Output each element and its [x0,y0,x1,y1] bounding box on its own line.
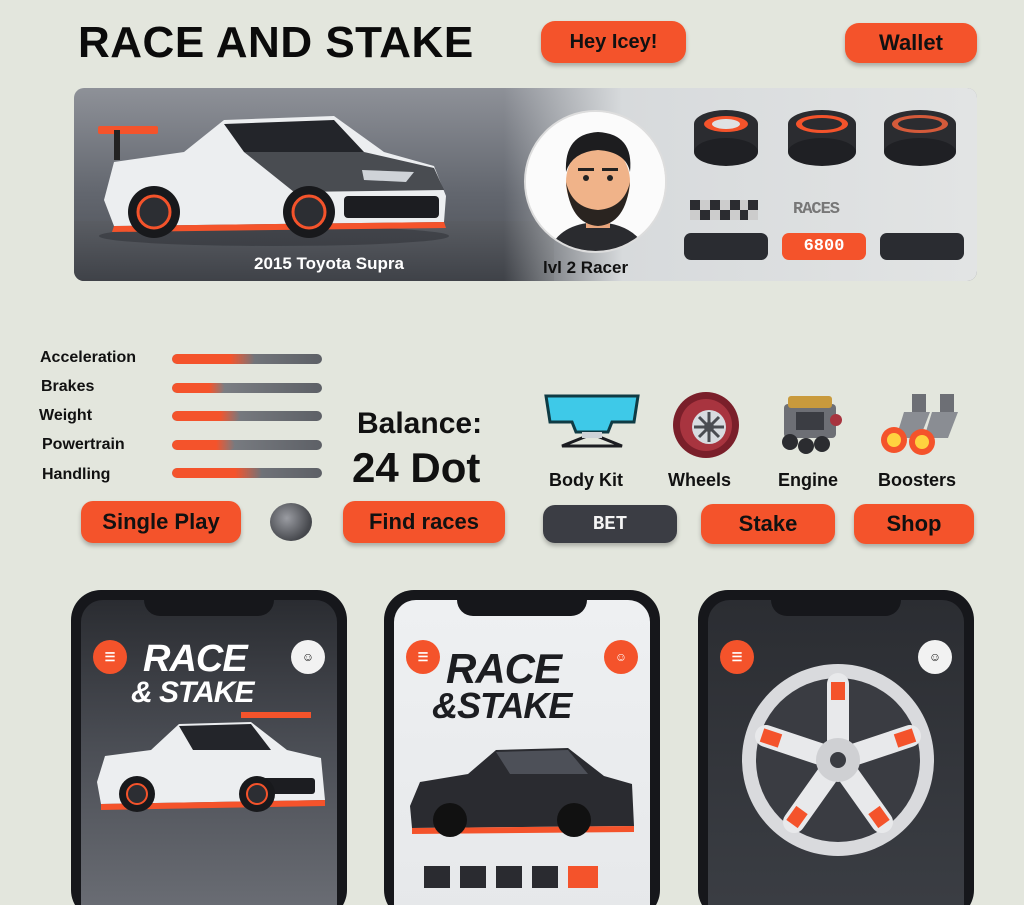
tire-icon [884,110,956,166]
shop-item-label: Body Kit [549,470,623,490]
shop-item-label: Boosters [878,470,957,490]
stake-button[interactable]: Stake [701,504,835,544]
stat-value-races: 6800 [782,233,866,260]
phone-screen: ☰ ☺ RACE & STAKE [81,600,337,905]
profile-card: 2015 Toyota Supra lvl 2 Racer RACES 6800 [74,88,977,281]
attribute-label-brakes: Brakes [41,378,95,395]
car-image [410,748,634,837]
shop-item-wheels[interactable]: Wheels [668,390,744,492]
balance-value: 24 Dot [352,444,481,491]
single-play-button[interactable]: Single Play [81,501,241,543]
stat-value-box [684,233,768,260]
shop-item-engine[interactable]: Engine [776,390,848,492]
attribute-fill [172,440,235,450]
tire-icon [694,110,758,166]
phone-preview-1: ☰ ☺ RACE & STAKE [71,590,347,905]
attribute-fill [172,411,240,421]
profile-icon[interactable]: ☺ [291,640,325,674]
attribute-bar-powertrain [172,440,322,450]
shop-item-label: Engine [778,470,839,490]
bet-button[interactable]: BET [543,505,677,543]
phone-screen: ☰ ☺ [708,600,964,905]
phone-notch [771,590,901,616]
car-image [97,712,325,812]
app-title: RACE AND STAKE [78,18,474,67]
attribute-label-weight: Weight [39,407,93,424]
body-kit-icon [544,394,640,448]
engine-icon [782,396,842,454]
attribute-fill [172,468,262,478]
attribute-fill [172,383,225,393]
greeting-button[interactable]: Hey Icey! [541,21,686,63]
avatar [524,110,667,253]
find-races-button[interactable]: Find races [343,501,505,543]
attribute-bar-handling [172,468,322,478]
stat-label-races: RACES [793,200,840,219]
menu-icon[interactable]: ☰ [406,640,440,674]
shop-item-boosters[interactable]: Boosters [872,390,972,492]
car-name: 2015 Toyota Supra [254,254,404,273]
phone-screen: ☰ ☺ RACE &STAKE [394,600,650,905]
stat-value-box [880,233,964,260]
attribute-label-handling: Handling [42,466,111,483]
wheel-icon [742,664,934,856]
balance-label: Balance: [357,407,483,440]
logo-text: &STAKE [432,685,572,726]
stat-bars-icon [424,866,598,888]
player-level: lvl 2 Racer [543,258,629,277]
attribute-label-powertrain: Powertrain [42,436,125,453]
phone-preview-2: ☰ ☺ RACE &STAKE [384,590,660,905]
coin-icon[interactable] [270,503,312,541]
shop-item-body-kit[interactable]: Body Kit [542,392,642,492]
tire-icon [788,110,856,166]
wallet-button[interactable]: Wallet [845,23,977,63]
phone-notch [144,590,274,616]
attribute-fill [172,354,255,364]
menu-icon[interactable]: ☰ [93,640,127,674]
checkered-flag-icon [690,200,758,220]
car-image [98,116,449,246]
menu-icon[interactable]: ☰ [720,640,754,674]
profile-icon[interactable]: ☺ [918,640,952,674]
phone-preview-3: ☰ ☺ [698,590,974,905]
shop-button[interactable]: Shop [854,504,974,544]
profile-icon[interactable]: ☺ [604,640,638,674]
attribute-bar-acceleration [172,354,322,364]
attribute-label-acceleration: Acceleration [40,349,137,366]
logo-text: & STAKE [131,676,254,709]
logo-text: RACE [446,645,562,692]
attribute-bar-weight [172,411,322,421]
shop-item-label: Wheels [668,470,732,490]
racer-avatar-icon [526,112,665,251]
attribute-bar-brakes [172,383,322,393]
wheel-icon [673,392,739,458]
phone-notch [457,590,587,616]
booster-icon [881,394,958,455]
logo-text: RACE [143,638,248,680]
